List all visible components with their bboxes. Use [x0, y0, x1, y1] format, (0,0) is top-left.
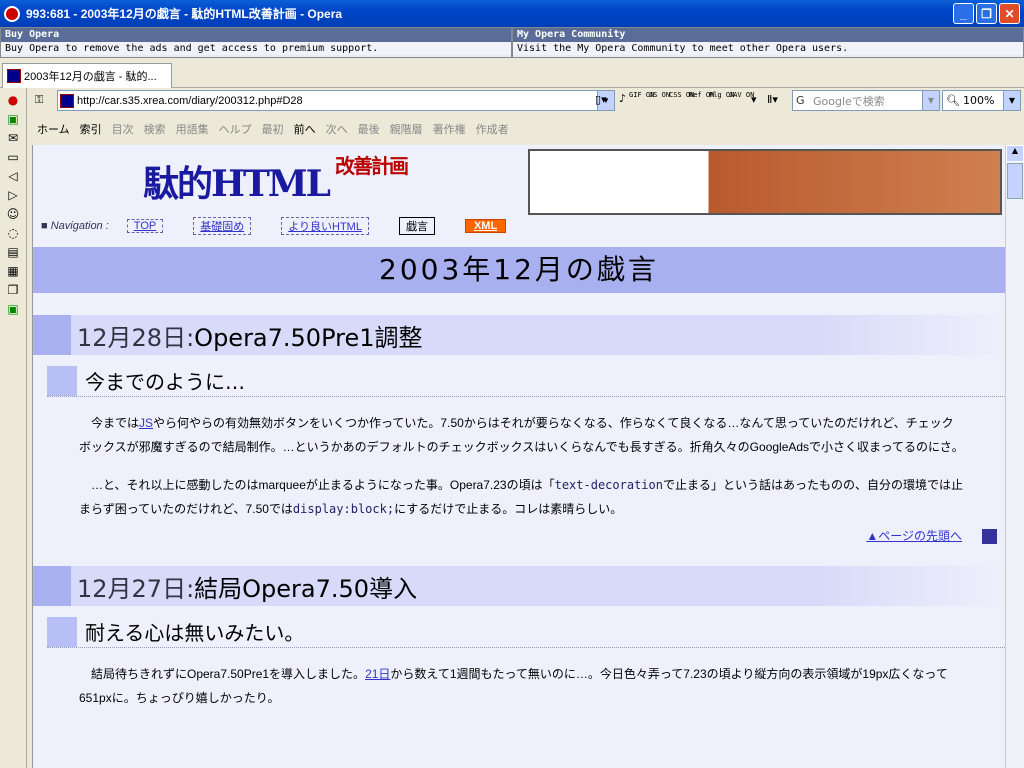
- subheading-marker: [47, 616, 77, 647]
- tab-bar: 2003年12月の戯言 - 駄的...: [0, 58, 1024, 88]
- ad-text: Buy Opera to remove the ads and get acce…: [1, 42, 511, 55]
- restore-button[interactable]: ❐: [976, 3, 997, 24]
- google-icon: G: [796, 94, 805, 107]
- ad-my-opera[interactable]: My Opera Community Visit the My Opera Co…: [512, 27, 1024, 58]
- favicon-icon: [60, 93, 74, 108]
- page-viewport: 駄的HTML 改善計画 ■ Navigation : TOP 基礎固め より良いH…: [32, 145, 1005, 768]
- heading-marker: [33, 566, 71, 607]
- window-titlebar: 993:681 - 2003年12月の戯言 - 駄的HTML改善計画 - Ope…: [0, 0, 1024, 27]
- more-icon[interactable]: ▾: [751, 93, 757, 106]
- mail-icon[interactable]: ✉: [6, 131, 20, 145]
- ad-text: Visit the My Opera Community to meet oth…: [513, 42, 1023, 55]
- entry-title: Opera7.50Pre1調整: [194, 323, 423, 352]
- scroll-up-icon[interactable]: ▲: [1006, 145, 1024, 162]
- chat-icon[interactable]: ◌: [6, 226, 20, 240]
- links-icon[interactable]: ▣: [6, 302, 20, 316]
- address-toolbar: ⚿ http://car.s35.xrea.com/diary/200312.p…: [27, 88, 1024, 113]
- banner-image[interactable]: [528, 149, 1002, 215]
- favicon-icon: [7, 69, 21, 83]
- close-button[interactable]: ✕: [999, 3, 1020, 24]
- opera-menu-icon[interactable]: ●: [6, 93, 20, 107]
- code-snippet: display:block;: [292, 502, 395, 516]
- zoom-value: 100%: [963, 94, 995, 107]
- page-title: 2003年12月の戯言: [33, 247, 1005, 293]
- ad-buy-opera[interactable]: Buy Opera Buy Opera to remove the ads an…: [0, 27, 512, 58]
- search-placeholder: Googleで検索: [813, 94, 885, 108]
- entry-paragraph: …と、それ以上に感動したのはmarqueeが止まるようになった事。Opera7.…: [79, 478, 963, 516]
- nav-index[interactable]: 索引: [80, 121, 102, 137]
- nav-home[interactable]: ホーム: [37, 121, 70, 137]
- site-link-top[interactable]: TOP: [126, 219, 164, 233]
- save-icon[interactable]: ▦: [6, 264, 20, 278]
- toggle-js[interactable]: JS ON: [649, 91, 670, 111]
- forward-icon[interactable]: ▷: [6, 188, 20, 202]
- entry-paragraph: 結局待ちきれずにOpera7.50Pre1を導入しました。21日から数えて1週間…: [79, 667, 948, 706]
- address-field[interactable]: http://car.s35.xrea.com/diary/200312.php…: [57, 90, 615, 111]
- back-to-top-link[interactable]: ▲ページの先頭へ: [866, 529, 962, 543]
- notes-icon[interactable]: ▭: [6, 150, 20, 164]
- back-icon[interactable]: ◁: [6, 169, 20, 183]
- nav-contents[interactable]: 目次: [112, 121, 134, 137]
- bookmarks-icon[interactable]: ▣: [6, 112, 20, 126]
- heading-marker: [33, 315, 71, 355]
- ad-heading: My Opera Community: [513, 28, 1023, 42]
- music-icon[interactable]: ♪: [619, 92, 626, 105]
- address-url: http://car.s35.xrea.com/diary/200312.php…: [77, 94, 303, 107]
- entry-heading: 12月28日: Opera7.50Pre1調整: [33, 315, 1005, 355]
- entry-subheading: 耐える心は無いみたい。: [47, 616, 1005, 649]
- back-to-top: ▲ページの先頭へ: [33, 527, 997, 545]
- js-link[interactable]: JS: [139, 416, 153, 430]
- zoom-icon: 🔍︎: [946, 94, 960, 107]
- search-field[interactable]: G Googleで検索 ▼: [792, 90, 940, 111]
- window-title: 993:681 - 2003年12月の戯言 - 駄的HTML改善計画 - Ope…: [26, 7, 343, 21]
- contacts-icon[interactable]: ☺: [6, 207, 20, 221]
- scroll-thumb[interactable]: [1007, 163, 1023, 199]
- site-link-basics[interactable]: 基礎固め: [193, 217, 252, 235]
- nav-next[interactable]: 次へ: [326, 121, 348, 137]
- date-link[interactable]: 21日: [365, 667, 390, 681]
- entry-date: 12月27日:: [77, 574, 195, 603]
- security-icon[interactable]: ⚿: [35, 93, 43, 107]
- opera-icon: [4, 5, 20, 22]
- nav-help[interactable]: ヘルプ: [219, 121, 252, 137]
- windows-icon[interactable]: ❐: [6, 283, 20, 297]
- site-navigation: ■ Navigation : TOP 基礎固め より良いHTML 戯言 XML: [41, 217, 536, 235]
- entry-paragraph: 今まではJSやら何やらの有効無効ボタンをいくつか作っていた。7.50からはそれが…: [79, 416, 964, 454]
- entry-title: 結局Opera7.50導入: [194, 574, 418, 603]
- tab-label: 2003年12月の戯言 - 駄的...: [24, 71, 157, 83]
- nav-glossary[interactable]: 用語集: [176, 121, 209, 137]
- entry-date: 12月28日:: [77, 323, 195, 352]
- user-mode-icon[interactable]: Ⅱ▾: [767, 93, 778, 106]
- site-header: 駄的HTML 改善計画 ■ Navigation : TOP 基礎固め より良いH…: [33, 145, 1005, 245]
- subheading-marker: [47, 365, 77, 396]
- ad-banner: Buy Opera Buy Opera to remove the ads an…: [0, 27, 1024, 58]
- nav-first[interactable]: 最初: [262, 121, 284, 137]
- nav-search[interactable]: 検索: [144, 121, 166, 137]
- vertical-scrollbar[interactable]: ▲: [1005, 145, 1024, 768]
- nav-parent[interactable]: 親階層: [390, 121, 423, 137]
- site-link-better-html[interactable]: より良いHTML: [281, 217, 369, 235]
- nav-previous[interactable]: 前へ: [294, 121, 316, 137]
- page-icon[interactable]: ▯▾: [595, 93, 607, 106]
- navigation-bar: ホーム 索引 目次 検索 用語集 ヘルプ 最初 前へ 次へ 最後 親階層 著作権…: [27, 113, 1024, 145]
- chevron-down-icon[interactable]: ▼: [1003, 91, 1020, 110]
- minimize-button[interactable]: _: [953, 3, 974, 24]
- tab-current[interactable]: 2003年12月の戯言 - 駄的...: [2, 63, 172, 88]
- nav-author[interactable]: 作成者: [476, 121, 509, 137]
- site-link-diary[interactable]: 戯言: [398, 217, 435, 235]
- entry-heading: 12月27日: 結局Opera7.50導入: [33, 566, 1005, 607]
- zoom-select[interactable]: 🔍︎ 100% ▼: [942, 90, 1021, 111]
- code-snippet: text-decoration: [554, 478, 663, 492]
- nav-last[interactable]: 最後: [358, 121, 380, 137]
- square-icon: [982, 529, 997, 545]
- nav-copyright[interactable]: 著作権: [433, 121, 466, 137]
- entry-subheading: 今までのように…: [47, 365, 1005, 397]
- xml-feed-button[interactable]: XML: [464, 219, 507, 233]
- nav-label: ■ Navigation :: [41, 220, 109, 232]
- panel-sidebar: ● ▣ ✉ ▭ ◁ ▷ ☺ ◌ ▤ ▦ ❐ ▣: [0, 88, 27, 768]
- ad-heading: Buy Opera: [1, 28, 511, 42]
- info-icon[interactable]: ▤: [6, 245, 20, 259]
- chevron-down-icon[interactable]: ▼: [922, 91, 939, 110]
- site-logo[interactable]: 駄的HTML 改善計画: [143, 155, 409, 207]
